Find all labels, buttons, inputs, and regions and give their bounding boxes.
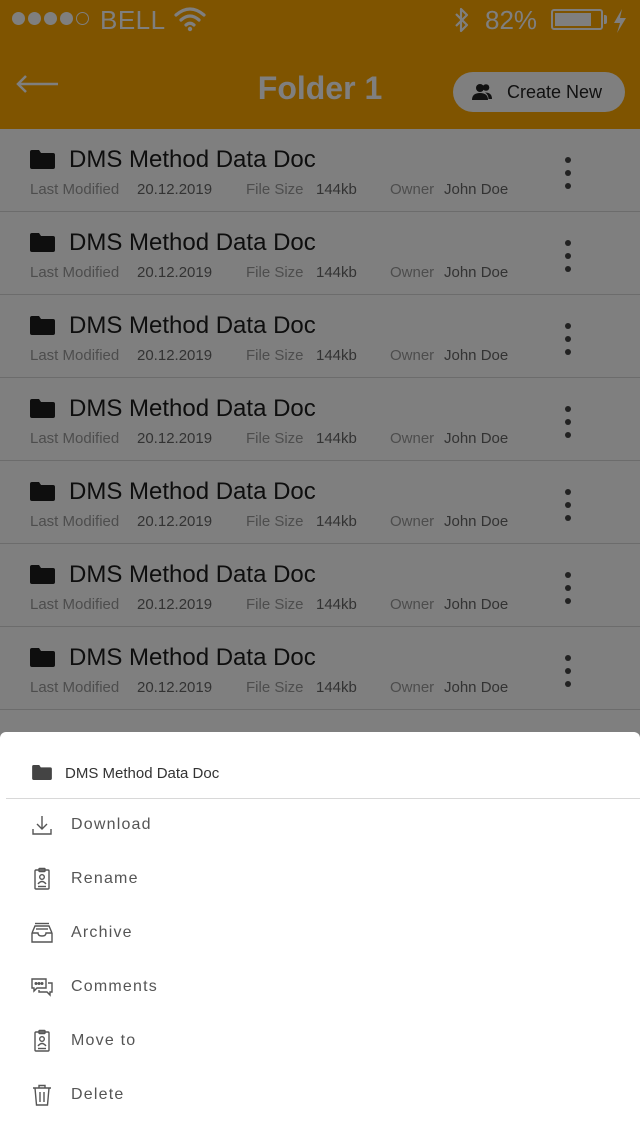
rename-icon [34, 867, 50, 890]
move-icon [34, 1029, 50, 1052]
archive-action[interactable]: Archive [0, 909, 640, 963]
download-icon [32, 816, 52, 835]
trash-icon [33, 1084, 51, 1106]
archive-icon [31, 922, 53, 943]
folder-icon [32, 765, 52, 780]
move-to-action[interactable]: Move to [0, 1017, 640, 1071]
delete-action[interactable]: Delete [0, 1071, 640, 1125]
sheet-title: DMS Method Data Doc [65, 765, 220, 782]
archive-label: Archive [71, 924, 133, 941]
delete-label: Delete [71, 1086, 125, 1103]
download-action[interactable]: Download [0, 801, 640, 855]
comments-label: Comments [71, 978, 158, 995]
sheet-header: DMS Method Data Doc [6, 732, 640, 799]
comments-icon [31, 978, 53, 997]
download-label: Download [71, 816, 152, 833]
rename-label: Rename [71, 870, 139, 887]
move-to-label: Move to [71, 1032, 137, 1049]
bottom-sheet: DMS Method Data Doc Download Rename Arch… [0, 732, 640, 1136]
rename-action[interactable]: Rename [0, 855, 640, 909]
comments-action[interactable]: Comments [0, 963, 640, 1017]
